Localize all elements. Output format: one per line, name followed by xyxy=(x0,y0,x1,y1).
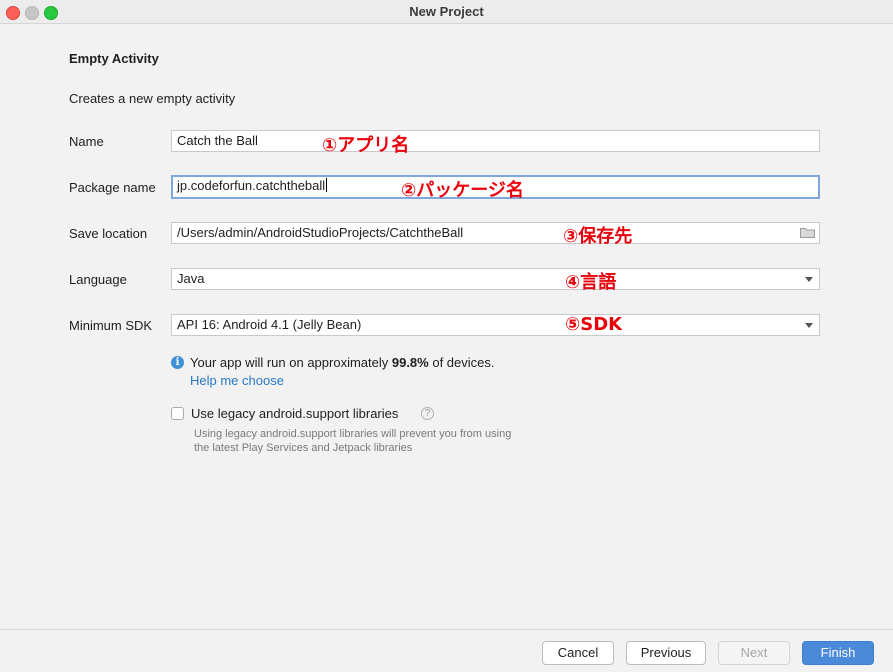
legacy-support-label[interactable]: Use legacy android.support libraries xyxy=(191,406,398,421)
help-me-choose-link[interactable]: Help me choose xyxy=(190,373,284,388)
device-coverage-prefix: Your app will run on approximately xyxy=(190,355,392,370)
window-title: New Project xyxy=(409,4,484,19)
legacy-hint-line1: Using legacy android.support libraries w… xyxy=(194,428,512,440)
page-heading: Empty Activity xyxy=(69,51,159,66)
device-coverage-percent: 99.8% xyxy=(391,355,429,370)
name-label: Name xyxy=(69,134,104,149)
package-name-annotation: ②パッケージ名 xyxy=(401,180,524,201)
previous-button[interactable]: Previous xyxy=(626,641,706,665)
minimum-sdk-value: API 16: Android 4.1 (Jelly Bean) xyxy=(177,317,362,332)
save-location-input[interactable]: /Users/admin/AndroidStudioProjects/Catch… xyxy=(171,222,820,244)
info-icon: i xyxy=(171,356,184,369)
language-value: Java xyxy=(177,271,205,286)
legacy-support-checkbox[interactable] xyxy=(171,407,184,420)
chevron-down-icon xyxy=(805,277,813,282)
name-input[interactable]: Catch the Ball xyxy=(171,130,820,152)
legacy-hint-line2: the latest Play Services and Jetpack lib… xyxy=(194,442,413,454)
save-location-label: Save location xyxy=(69,226,148,241)
text-caret xyxy=(326,178,328,192)
folder-icon[interactable] xyxy=(800,227,815,238)
minimum-sdk-annotation: ⑤SDK xyxy=(565,314,623,335)
device-coverage-text: Your app will run on approximately 99.8%… xyxy=(190,355,495,370)
minimum-sdk-label: Minimum SDK xyxy=(69,318,153,333)
minimum-sdk-select[interactable]: API 16: Android 4.1 (Jelly Bean) xyxy=(171,314,820,336)
chevron-down-icon xyxy=(805,323,813,328)
name-annotation: ①アプリ名 xyxy=(322,135,410,156)
next-button[interactable]: Next xyxy=(718,641,790,665)
help-question-icon[interactable]: ? xyxy=(421,407,434,420)
language-label: Language xyxy=(69,272,127,287)
language-annotation: ④言語 xyxy=(565,272,617,293)
finish-button[interactable]: Finish xyxy=(802,641,874,665)
device-coverage-suffix: of devices. xyxy=(428,355,495,370)
cancel-button[interactable]: Cancel xyxy=(542,641,614,665)
language-select[interactable]: Java xyxy=(171,268,820,290)
page-description: Creates a new empty activity xyxy=(69,91,236,106)
save-location-annotation: ③保存先 xyxy=(563,226,633,247)
title-bar: New Project xyxy=(0,0,893,24)
save-location-value: /Users/admin/AndroidStudioProjects/Catch… xyxy=(177,225,464,240)
package-name-label: Package name xyxy=(69,180,156,195)
name-value: Catch the Ball xyxy=(177,133,258,148)
package-name-value: jp.codeforfun.catchtheball xyxy=(177,178,326,193)
